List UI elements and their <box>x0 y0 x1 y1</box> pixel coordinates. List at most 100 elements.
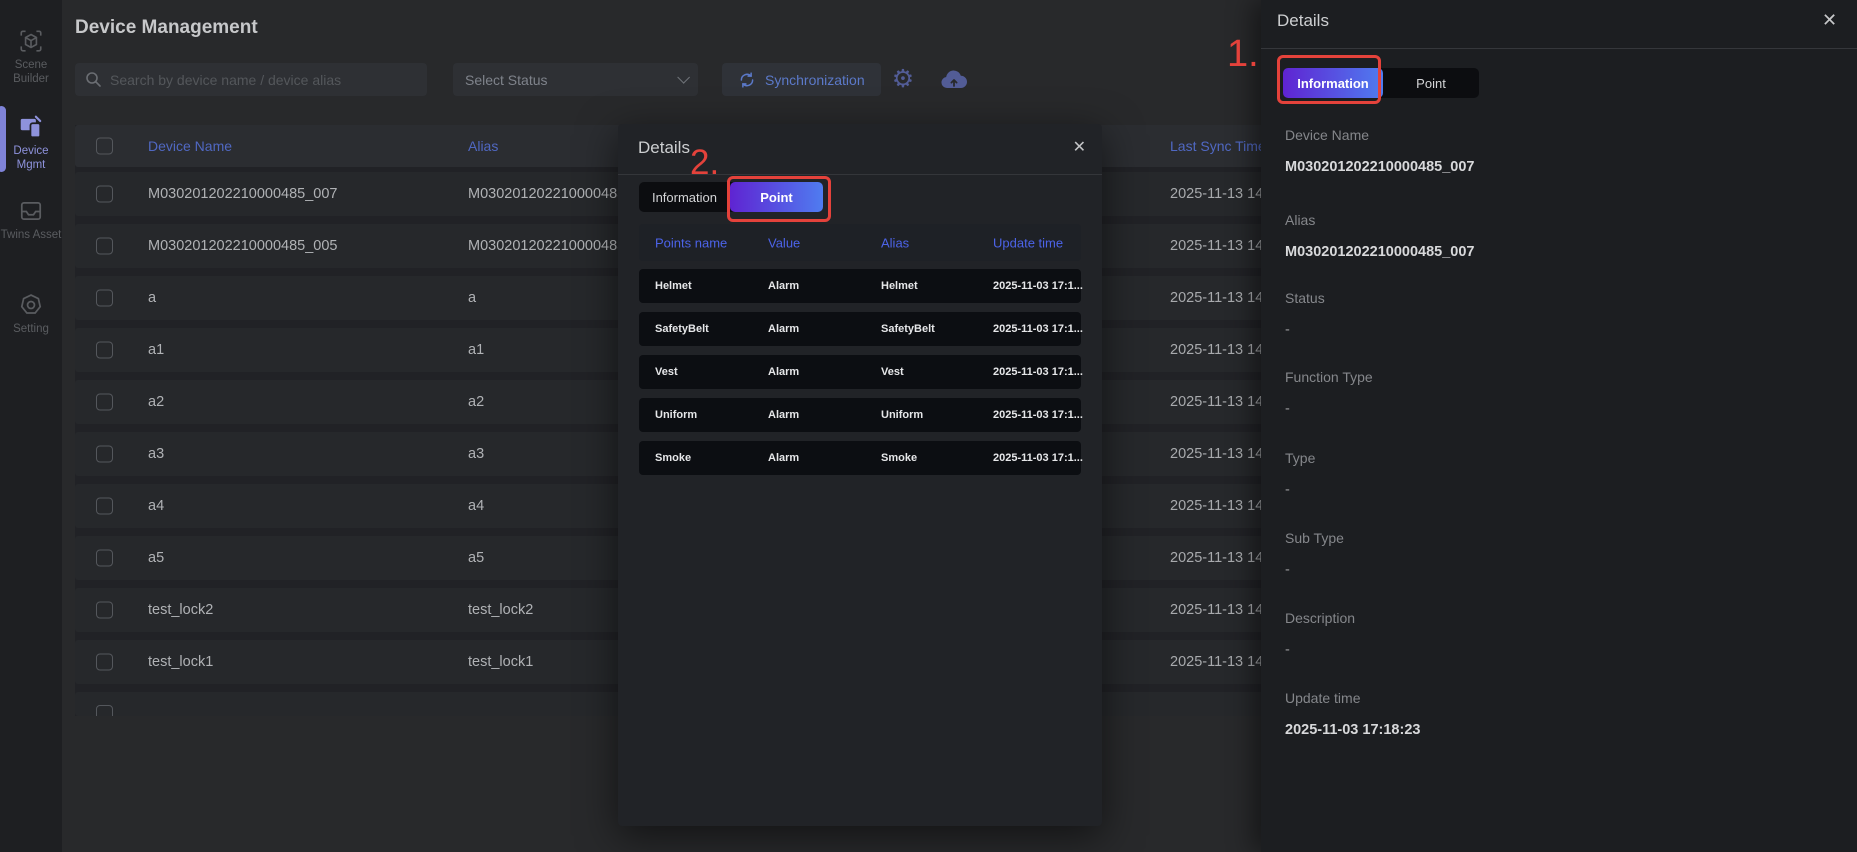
point-value: Alarm <box>768 409 799 421</box>
device-name-cell: a <box>148 290 156 306</box>
field-value: - <box>1285 322 1290 338</box>
device-name-cell: test_lock2 <box>148 602 213 618</box>
point-update-time: 2025-11-03 17:1... <box>993 452 1083 464</box>
field-label: Alias <box>1285 212 1315 228</box>
search-icon <box>85 71 102 88</box>
search-box <box>75 63 427 96</box>
point-name: Uniform <box>655 409 697 421</box>
point-row[interactable]: SmokeAlarmSmoke2025-11-03 17:1... <box>639 441 1081 475</box>
row-checkbox[interactable] <box>96 186 113 203</box>
point-name: SafetyBelt <box>655 323 709 335</box>
search-input[interactable] <box>110 72 417 88</box>
sidebar-item-label: Device Mgmt <box>0 144 62 172</box>
point-row[interactable]: Uniform Alarm Uniform 2025-11-03 17:1... <box>639 398 1081 432</box>
row-checkbox[interactable] <box>96 342 113 359</box>
chevron-down-icon <box>677 71 690 84</box>
panel-title: Details <box>1277 11 1329 31</box>
point-update-time: 2025-11-03 17:1... <box>993 409 1083 421</box>
device-name-cell: test_lock1 <box>148 654 213 670</box>
point-row[interactable]: VestAlarmVest2025-11-03 17:1... <box>639 355 1081 389</box>
row-checkbox[interactable] <box>96 654 113 671</box>
alias-cell: a5 <box>468 550 484 566</box>
modal-close-icon[interactable]: ✕ <box>1073 137 1086 157</box>
alias-cell: a <box>468 290 476 306</box>
twins-asset-icon <box>18 198 44 224</box>
device-name-cell: M030201202210000485_005 <box>148 238 338 254</box>
status-select[interactable]: Select Status <box>453 63 698 96</box>
row-checkbox[interactable] <box>96 550 113 567</box>
field-label: Sub Type <box>1285 530 1344 546</box>
column-header-device-name: Device Name <box>148 138 232 154</box>
modal-tab-information[interactable]: Information <box>639 182 730 212</box>
sidebar: Scene Builder Device Mgmt Twins Asset Se… <box>0 0 62 852</box>
modal-column-update-time: Update time <box>993 235 1063 250</box>
field-value: M030201202210000485_007 <box>1285 244 1475 260</box>
point-alias: Smoke <box>881 452 917 464</box>
point-value: Alarm <box>768 280 799 292</box>
field-value: - <box>1285 562 1290 578</box>
select-all-checkbox[interactable] <box>96 138 113 155</box>
cloud-upload-icon <box>939 68 969 92</box>
row-checkbox[interactable] <box>96 238 113 255</box>
panel-close-icon[interactable]: ✕ <box>1822 10 1837 31</box>
last-sync-cell: 2025-11-13 14 <box>1170 446 1263 462</box>
annotation-step-1: 1. <box>1227 33 1259 76</box>
device-name-cell: a3 <box>148 446 164 462</box>
alias-cell: test_lock2 <box>468 602 533 618</box>
sidebar-item-label: Scene Builder <box>0 58 62 86</box>
last-sync-cell: 2025-11-13 14 <box>1170 602 1263 618</box>
last-sync-cell: 2025-11-13 14 <box>1170 342 1263 358</box>
field-label: Update time <box>1285 690 1360 706</box>
field-label: Device Name <box>1285 127 1369 143</box>
row-checkbox[interactable] <box>96 602 113 619</box>
modal-tab-point[interactable]: Point <box>730 182 823 212</box>
point-update-time: 2025-11-03 17:1... <box>993 323 1083 335</box>
alias-cell: a2 <box>468 394 484 410</box>
point-update-time: 2025-11-03 17:1... <box>993 280 1083 292</box>
settings-gear-button[interactable]: ⚙ <box>886 63 920 96</box>
modal-column-points-name: Points name <box>655 235 727 250</box>
panel-tab-point[interactable]: Point <box>1383 68 1479 98</box>
sidebar-item-label: Setting <box>0 322 62 336</box>
field-label: Status <box>1285 290 1325 306</box>
details-modal: Details ✕ Information Point Points name … <box>618 124 1102 826</box>
device-name-cell: a4 <box>148 498 164 514</box>
point-value: Alarm <box>768 366 799 378</box>
sidebar-item-twins-asset[interactable]: Twins Asset <box>0 198 62 242</box>
panel-divider <box>1261 48 1857 49</box>
synchronization-label: Synchronization <box>765 72 865 88</box>
field-value: 2025-11-03 17:18:23 <box>1285 722 1420 738</box>
alias-cell: a1 <box>468 342 484 358</box>
point-name: Vest <box>655 366 678 378</box>
sidebar-item-device-mgmt[interactable]: Device Mgmt <box>0 114 62 172</box>
field-value: - <box>1285 401 1290 417</box>
sidebar-item-setting[interactable]: Setting <box>0 292 62 336</box>
alias-cell: test_lock1 <box>468 654 533 670</box>
row-checkbox[interactable] <box>96 705 113 716</box>
column-header-last-sync-time: Last Sync Time <box>1170 138 1266 154</box>
sync-icon <box>738 71 756 89</box>
last-sync-cell: 2025-11-13 14 <box>1170 290 1263 306</box>
point-alias: Uniform <box>881 409 923 421</box>
synchronization-button[interactable]: Synchronization <box>722 63 881 96</box>
row-checkbox[interactable] <box>96 394 113 411</box>
panel-tab-information[interactable]: Information <box>1283 68 1383 98</box>
modal-title: Details <box>638 138 690 158</box>
row-checkbox[interactable] <box>96 446 113 463</box>
row-checkbox[interactable] <box>96 498 113 515</box>
last-sync-cell: 2025-11-13 14 <box>1170 186 1263 202</box>
device-name-cell: a1 <box>148 342 164 358</box>
device-management-screen: Scene Builder Device Mgmt Twins Asset Se… <box>0 0 1857 852</box>
modal-tabs: Information Point <box>639 182 823 212</box>
point-row[interactable]: SafetyBeltAlarmSafetyBelt2025-11-03 17:1… <box>639 312 1081 346</box>
last-sync-cell: 2025-11-13 14 <box>1170 550 1263 566</box>
row-checkbox[interactable] <box>96 290 113 307</box>
sidebar-item-scene-builder[interactable]: Scene Builder <box>0 28 62 86</box>
cloud-upload-button[interactable] <box>936 63 972 96</box>
status-select-value: Select Status <box>465 72 677 88</box>
modal-divider <box>618 174 1102 175</box>
device-name-cell: a5 <box>148 550 164 566</box>
alias-cell: a4 <box>468 498 484 514</box>
point-name: Smoke <box>655 452 691 464</box>
point-row[interactable]: HelmetAlarmHelmet2025-11-03 17:1... <box>639 269 1081 303</box>
